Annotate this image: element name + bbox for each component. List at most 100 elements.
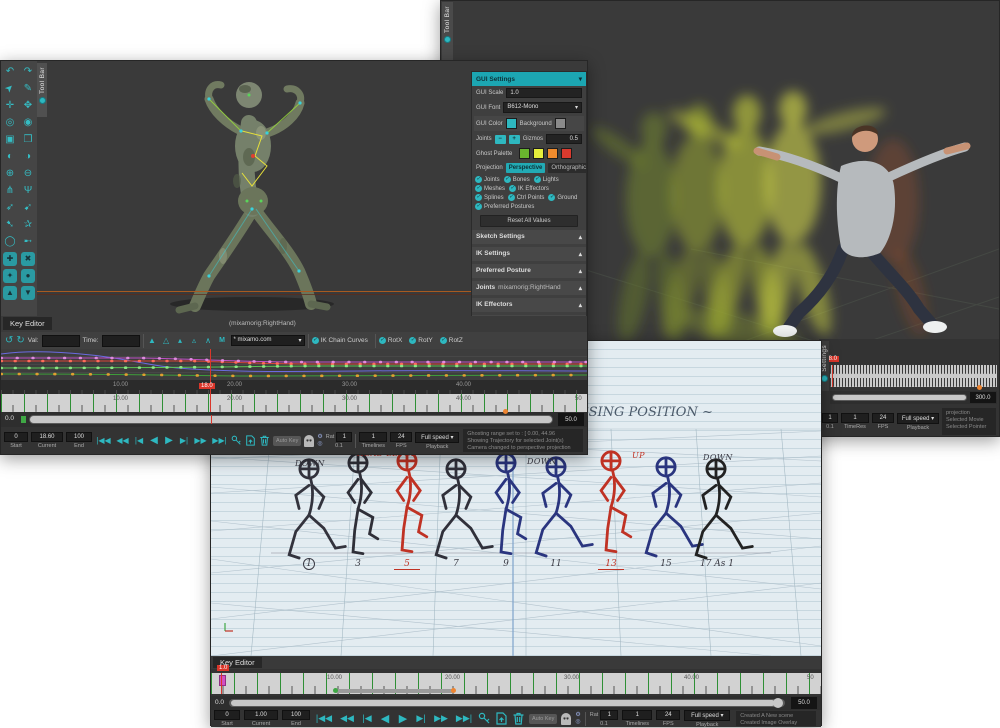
projection-perspective-button[interactable]: Perspective [506,163,546,173]
playback-speed-select[interactable]: Full speed ▾ Playback [897,413,939,431]
toggle-rotz[interactable]: ✓RotZ [440,337,463,344]
timeline-scrollbar[interactable]: 0.0 50.0 [211,696,821,710]
interpolation-auto-icon[interactable]: ▲ [147,336,158,345]
current-frame-field[interactable]: 18.60Current [31,432,63,449]
fast-forward-button[interactable]: ▶▶ [432,713,450,724]
undo-icon[interactable]: ↺ [5,335,13,346]
scrollbar-handle[interactable] [833,395,966,400]
joints-plus-button[interactable]: + [509,135,520,144]
rotate-icon[interactable]: ◎ [2,115,18,131]
timeline-ruler[interactable]: 10.00 20.00 30.00 40.00 50 [211,673,821,694]
background-color-swatch[interactable] [555,118,566,129]
section-ik-settings[interactable]: IK Settings▴ [472,247,586,261]
ghost-button[interactable] [304,435,314,447]
ghost-button[interactable] [561,713,571,725]
reset-all-values-button[interactable]: Reset All Values [480,215,578,227]
skip-to-start-button[interactable]: |◀◀ [314,713,334,724]
value-field[interactable] [42,335,80,347]
scrollbar-handle-knob[interactable] [773,698,783,708]
toggle-splines[interactable]: ✓Splines [475,194,504,201]
pin-icon[interactable]: ➶ [2,200,18,216]
playhead-line[interactable] [832,365,833,387]
start-frame-field[interactable]: 0Start [214,710,240,727]
timeline-ruler[interactable]: 10.00 20.00 30.00 40.00 50 [1,394,587,412]
range-start-chip[interactable] [21,416,26,423]
toggle-roty[interactable]: ✓RotY [409,337,432,344]
toolbar-tab[interactable]: Tool Bar [37,63,47,117]
ik-fork-icon[interactable]: Ψ [20,183,36,199]
playback-speed-select[interactable]: Full speed ▾Playback [684,710,730,728]
rig-select[interactable]: * mixamo.com▾ [231,335,305,346]
rewind-button[interactable]: ◀◀ [338,713,356,724]
pin-target-icon[interactable]: ➸ [20,234,36,250]
skip-to-end-button[interactable]: ▶▶| [454,713,474,724]
section-ik-effectors[interactable]: IK Effectors▴ [472,298,586,312]
start-frame-field[interactable]: 0Start [4,432,28,449]
interpolation-spline-icon[interactable]: ∧ [203,336,214,345]
fps-field[interactable]: 24FPS [390,432,412,449]
remove-circle-icon[interactable]: ⊖ [20,166,36,182]
section-sketch-settings[interactable]: Sketch Settings▴ [472,230,586,244]
toggle-ik-effectors[interactable]: ✓IK Effectors [509,185,549,192]
playhead-line[interactable] [221,673,222,694]
universal-move-icon[interactable]: ✥ [20,98,36,114]
skip-to-start-button[interactable]: |◀◀ [95,436,112,445]
toggle-bones[interactable]: ✓Bones [504,176,530,183]
timeres-field[interactable]: 1 TimeRes [841,413,869,430]
gui-scale-field[interactable]: 1.0 [506,88,582,98]
joint-chain-icon[interactable]: ⋔ [2,183,18,199]
play-backward-button[interactable]: ◀ [378,712,392,725]
toggle-ctrl-points[interactable]: ✓Ctrl Points [508,194,545,201]
toggle-meshes[interactable]: ✓Meshes [475,185,505,192]
brush-icon[interactable]: ✎ [20,81,36,97]
add-circle-icon[interactable]: ⊕ [2,166,18,182]
toggle-lights[interactable]: ✓Lights [534,176,559,183]
ring-icon[interactable]: ◯ [2,234,18,250]
toggle-ik-chain-curves[interactable]: ✓IK Chain Curves [312,337,368,344]
timeline-ruler[interactable] [830,365,997,387]
range-start-marker[interactable] [333,688,338,693]
range-end-marker[interactable] [977,385,982,390]
rate-stepper[interactable]: Rat1 0.1 [326,432,353,449]
key-editor-tab[interactable]: Key Editor [3,317,52,330]
select-icon[interactable]: ➤ [0,78,21,101]
gui-font-select[interactable]: B612-Mono▾ [503,102,582,113]
frame-icon[interactable]: ▣ [2,132,18,148]
orbit-icon[interactable]: ◉ [20,115,36,131]
hex-up-icon[interactable]: ▲ [3,286,17,300]
rate-stepper[interactable]: 1 0.1 [822,413,838,430]
toggle-ground[interactable]: ✓Ground [548,194,577,201]
interpolation-flat-icon[interactable]: ▴ [175,336,186,345]
key-icon[interactable] [478,712,491,725]
pin-alt-icon[interactable]: ➹ [20,200,36,216]
next-key-button[interactable]: ▶| [178,436,190,445]
hex-down-icon[interactable]: ▼ [21,286,35,300]
character-icon[interactable]: ✰ [20,217,36,233]
previous-key-button[interactable]: |◀ [360,713,374,724]
cube-icon[interactable]: ❒ [20,132,36,148]
play-forward-button[interactable]: ▶ [163,435,175,446]
fps-field[interactable]: 24 FPS [872,413,894,430]
redo-icon[interactable]: ↷ [20,64,36,80]
rotate-y-icon[interactable]: ◑ [20,149,36,165]
timelines-field[interactable]: 1Timelines [622,710,652,727]
toggle-preferred-postures[interactable]: ✓Preferred Postures [475,203,534,210]
skip-to-end-button[interactable]: ▶▶| [211,436,228,445]
fast-forward-button[interactable]: ▶▶ [193,436,208,445]
playback-speed-select[interactable]: Full speed ▾Playback [415,432,459,450]
end-frame-field[interactable]: 100End [66,432,92,449]
key-icon[interactable] [231,435,242,446]
section-joints[interactable]: Jointsmixamorig:RightHand▴ [472,281,586,295]
time-field[interactable] [102,335,140,347]
projection-orthographic-button[interactable]: Orthographic [548,163,587,173]
playhead-line[interactable] [210,349,211,412]
interpolation-step-icon[interactable]: ▵ [189,336,200,345]
ghost-color-swatch[interactable] [561,148,572,159]
ghost-color-swatch[interactable] [533,148,544,159]
timelines-field[interactable]: 1Timelines [359,432,387,449]
toggle-rotx[interactable]: ✓RotX [379,337,402,344]
toggle-joints[interactable]: ✓Joints [475,176,500,183]
range-end-marker[interactable] [451,688,456,693]
trash-icon[interactable] [259,435,270,446]
hex-solid-icon[interactable]: ● [21,269,35,283]
